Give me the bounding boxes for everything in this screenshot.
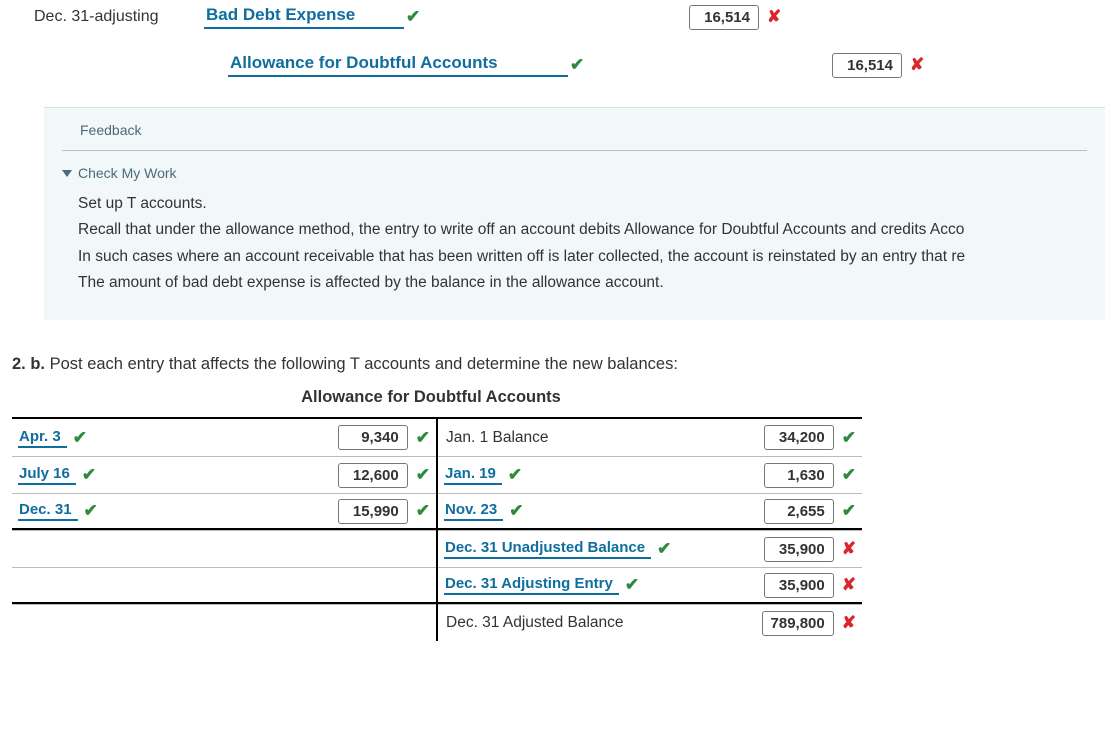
t-label-field[interactable]: Dec. 31 Adjusting Entry xyxy=(444,575,619,595)
feedback-title: Feedback xyxy=(62,108,1087,151)
credit-amount-input[interactable]: 16,514 xyxy=(832,53,902,78)
caret-down-icon xyxy=(62,170,72,177)
question-prompt: 2. b. Post each entry that affects the f… xyxy=(12,355,1105,374)
check-icon: ✔ xyxy=(84,501,98,521)
check-icon: ✔ xyxy=(73,428,87,448)
check-icon: ✔ xyxy=(406,7,420,27)
t-account-debit-side: Apr. 3✔ 9,340✔ July 16✔ 12,600✔ Dec. 31✔… xyxy=(12,419,438,641)
t-row: Dec. 31 Unadjusted Balance ✔ 35,900 ✘ xyxy=(438,530,862,567)
check-my-work-toggle[interactable]: Check My Work xyxy=(44,151,1105,187)
t-row: Nov. 23 ✔ 2,655 ✔ xyxy=(438,493,862,530)
t-date-field[interactable]: Jan. 19 xyxy=(444,465,502,485)
debit-account-text: Bad Debt Expense xyxy=(204,5,404,29)
t-row: July 16 ✔ 12,600 ✔ xyxy=(12,456,436,493)
check-icon: ✔ xyxy=(570,55,584,75)
check-icon: ✔ xyxy=(82,465,96,485)
check-icon: ✔ xyxy=(509,501,523,521)
t-amount-input[interactable]: 9,340 xyxy=(338,425,408,450)
check-icon: ✔ xyxy=(416,465,430,485)
t-row: Jan. 19 ✔ 1,630 ✔ xyxy=(438,456,862,493)
check-my-work-label: Check My Work xyxy=(78,165,177,181)
t-row: Apr. 3 ✔ 9,340 ✔ xyxy=(12,419,436,456)
feedback-panel: Feedback Check My Work Set up T accounts… xyxy=(44,107,1105,320)
t-amount-input[interactable]: 2,655 xyxy=(764,499,834,524)
check-icon: ✔ xyxy=(625,575,639,595)
t-row: Dec. 31 Adjusting Entry ✔ 35,900 ✘ xyxy=(438,567,862,604)
t-label-static: Jan. 1 Balance xyxy=(444,429,549,447)
t-row: Dec. 31 Adjusted Balance 789,800 ✘ xyxy=(438,604,862,641)
t-date-field[interactable]: Dec. 31 xyxy=(18,501,78,521)
check-icon: ✔ xyxy=(842,428,856,448)
debit-account-field[interactable]: Bad Debt Expense ✔ xyxy=(204,2,420,32)
question-text: Post each entry that affects the followi… xyxy=(45,355,678,373)
t-row-empty xyxy=(12,530,436,567)
t-amount-input[interactable]: 789,800 xyxy=(762,611,834,636)
feedback-line: Recall that under the allowance method, … xyxy=(78,217,1103,243)
x-icon: ✘ xyxy=(767,7,781,27)
t-row: Dec. 31 ✔ 15,990 ✔ xyxy=(12,493,436,530)
x-icon: ✘ xyxy=(842,575,856,595)
t-row-empty xyxy=(12,567,436,604)
debit-amount-input[interactable]: 16,514 xyxy=(689,5,759,30)
t-amount-input[interactable]: 35,900 xyxy=(764,573,834,598)
t-date-field[interactable]: Apr. 3 xyxy=(18,428,67,448)
x-icon: ✘ xyxy=(910,55,924,75)
t-amount-input[interactable]: 15,990 xyxy=(338,499,408,524)
t-amount-input[interactable]: 1,630 xyxy=(764,463,834,488)
t-date-field[interactable]: Nov. 23 xyxy=(444,501,503,521)
t-label-field[interactable]: Dec. 31 Unadjusted Balance xyxy=(444,539,651,559)
t-amount-input[interactable]: 35,900 xyxy=(764,537,834,562)
credit-account-field[interactable]: Allowance for Doubtful Accounts ✔ xyxy=(228,50,584,80)
check-icon: ✔ xyxy=(842,465,856,485)
check-icon: ✔ xyxy=(508,465,522,485)
check-icon: ✔ xyxy=(657,539,671,559)
credit-account-text: Allowance for Doubtful Accounts xyxy=(228,53,568,77)
t-account: Apr. 3✔ 9,340✔ July 16✔ 12,600✔ Dec. 31✔… xyxy=(12,417,862,641)
t-amount-input[interactable]: 12,600 xyxy=(338,463,408,488)
feedback-body: Set up T accounts. Recall that under the… xyxy=(44,187,1105,296)
journal-date: Dec. 31-adjusting xyxy=(34,8,204,26)
t-account-credit-side: Jan. 1 Balance 34,200 ✔ Jan. 19 ✔ 1,630 ✔ N… xyxy=(438,419,862,641)
check-icon: ✔ xyxy=(416,501,430,521)
x-icon: ✘ xyxy=(842,613,856,633)
t-amount-input[interactable]: 34,200 xyxy=(764,425,834,450)
check-icon: ✔ xyxy=(416,428,430,448)
t-date-field[interactable]: July 16 xyxy=(18,465,76,485)
t-row-empty xyxy=(12,604,436,641)
x-icon: ✘ xyxy=(842,539,856,559)
t-row: Jan. 1 Balance 34,200 ✔ xyxy=(438,419,862,456)
check-icon: ✔ xyxy=(842,501,856,521)
question-number: 2. b. xyxy=(12,355,45,373)
t-label-static: Dec. 31 Adjusted Balance xyxy=(444,614,624,632)
feedback-line: Set up T accounts. xyxy=(78,191,1103,217)
feedback-line: The amount of bad debt expense is affect… xyxy=(78,270,1103,296)
feedback-line: In such cases where an account receivabl… xyxy=(78,244,1103,270)
t-account-title: Allowance for Doubtful Accounts xyxy=(0,380,862,417)
